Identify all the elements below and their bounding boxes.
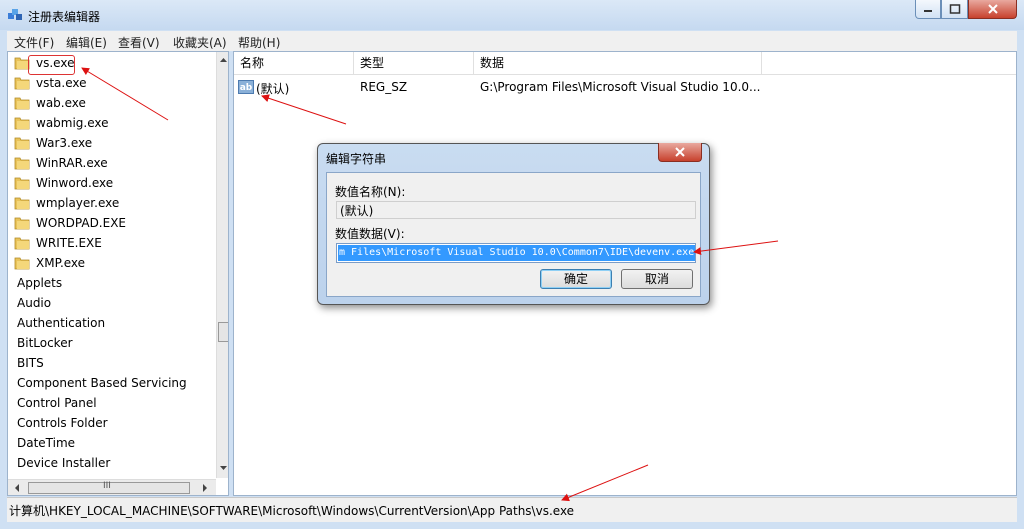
cancel-button[interactable]: 取消: [621, 269, 693, 289]
window-title: 注册表编辑器: [28, 10, 101, 24]
tree-item-label: WRITE.EXE: [36, 236, 102, 250]
value-data-input[interactable]: m Files\Microsoft Visual Studio 10.0\Com…: [336, 243, 696, 263]
column-header-name[interactable]: 名称: [234, 52, 354, 74]
tree-horizontal-scroll-thumb[interactable]: III: [28, 481, 190, 494]
menu-bar: 文件(F) 编辑(E) 查看(V) 收藏夹(A) 帮助(H): [7, 31, 1017, 51]
tree-item-label: Authentication: [17, 316, 106, 330]
tree-item-label: DateTime: [17, 436, 76, 450]
tree-item[interactable]: wabmig.exe: [14, 113, 109, 133]
annotation-highlight-box: [28, 55, 75, 75]
menu-favorites[interactable]: 收藏夹(A): [173, 34, 227, 51]
menu-help[interactable]: 帮助(H): [238, 34, 280, 51]
folder-icon: [14, 157, 30, 170]
tree-item[interactable]: WORDPAD.EXE: [14, 213, 126, 233]
scroll-left-arrow-icon[interactable]: [12, 482, 22, 494]
scroll-grip: III: [103, 481, 111, 491]
value-data-label: 数值数据(V):: [335, 227, 405, 241]
registry-tree[interactable]: vs.exe vsta.exe wab.exe wabmig.exe War3.exe W…: [7, 51, 229, 496]
folder-icon: [14, 117, 30, 130]
dialog-title: 编辑字符串: [326, 152, 387, 166]
tree-item-label: BITS: [17, 356, 44, 370]
folder-icon: [14, 137, 30, 150]
tree-item[interactable]: Audio: [17, 293, 51, 313]
tree-item-label: wab.exe: [36, 96, 86, 110]
value-type: REG_SZ: [360, 80, 408, 94]
tree-item[interactable]: Winword.exe: [14, 173, 113, 193]
column-header-data[interactable]: 数据: [474, 52, 762, 74]
edit-string-dialog: 编辑字符串 数值名称(N): (默认) 数值数据(V): m Files\Mic…: [317, 143, 710, 305]
tree-item[interactable]: wmplayer.exe: [14, 193, 119, 213]
tree-item[interactable]: War3.exe: [14, 133, 92, 153]
status-bar: 计算机\HKEY_LOCAL_MACHINE\SOFTWARE\Microsof…: [7, 497, 1017, 522]
folder-icon: [14, 237, 30, 250]
ok-button[interactable]: 确定: [540, 269, 612, 289]
tree-item[interactable]: WinRAR.exe: [14, 153, 108, 173]
menu-view[interactable]: 查看(V): [118, 34, 160, 51]
registry-path: 计算机\HKEY_LOCAL_MACHINE\SOFTWARE\Microsof…: [9, 504, 575, 518]
tree-item[interactable]: BITS: [17, 353, 44, 373]
menu-file[interactable]: 文件(F): [14, 34, 54, 51]
close-icon: [675, 147, 685, 157]
tree-item-label: War3.exe: [36, 136, 93, 150]
tree-item[interactable]: Authentication: [17, 313, 105, 333]
folder-icon: [14, 97, 30, 110]
tree-item-label: Component Based Servicing: [17, 376, 187, 390]
value-name: (默认): [256, 82, 290, 96]
tree-item-label: Control Panel: [17, 396, 97, 410]
tree-item-label: XMP.exe: [36, 256, 86, 270]
tree-item-label: WORDPAD.EXE: [36, 216, 127, 230]
value-name-label: 数值名称(N):: [335, 185, 406, 199]
list-header: 名称 类型 数据: [234, 52, 1016, 75]
minimize-button[interactable]: [915, 0, 941, 19]
scroll-down-arrow-icon[interactable]: [217, 462, 229, 474]
minimize-icon: [924, 10, 932, 12]
tree-item[interactable]: Component Based Servicing: [17, 373, 187, 393]
maximize-button[interactable]: [941, 0, 968, 19]
tree-item-label: wabmig.exe: [36, 116, 109, 130]
tree-item-label: BitLocker: [17, 336, 73, 350]
tree-horizontal-scrollbar[interactable]: III: [8, 479, 216, 495]
menu-edit[interactable]: 编辑(E): [66, 34, 107, 51]
restore-icon: [949, 4, 960, 14]
folder-icon: [14, 217, 30, 230]
tree-item-label: Controls Folder: [17, 416, 108, 430]
folder-icon: [14, 77, 30, 90]
close-button[interactable]: [968, 0, 1017, 19]
tree-item[interactable]: BitLocker: [17, 333, 73, 353]
tree-vertical-scrollbar[interactable]: [216, 52, 229, 478]
tree-item[interactable]: Device Installer: [17, 453, 110, 473]
tree-item-label: Audio: [17, 296, 52, 310]
tree-item[interactable]: DateTime: [17, 433, 75, 453]
dialog-body: 数值名称(N): (默认) 数值数据(V): m Files\Microsoft…: [326, 172, 701, 297]
tree-item-label: WinRAR.exe: [36, 156, 108, 170]
dialog-close-button[interactable]: [658, 143, 702, 162]
tree-item-label: wmplayer.exe: [36, 196, 120, 210]
string-value-icon: ab: [238, 80, 254, 94]
tree-item[interactable]: vsta.exe: [14, 73, 87, 93]
tree-item[interactable]: Control Panel: [17, 393, 97, 413]
tree-item[interactable]: XMP.exe: [14, 253, 85, 273]
tree-item[interactable]: Controls Folder: [17, 413, 108, 433]
folder-icon: [14, 197, 30, 210]
tree-item-label: Device Installer: [17, 456, 111, 470]
folder-icon: [14, 257, 30, 270]
registry-editor-icon: [8, 9, 22, 20]
scroll-up-arrow-icon[interactable]: [217, 54, 229, 66]
value-name-field: (默认): [336, 201, 696, 219]
value-data: G:\Program Files\Microsoft Visual Studio…: [480, 80, 761, 94]
tree-item[interactable]: wab.exe: [14, 93, 86, 113]
value-data-selected-text: m Files\Microsoft Visual Studio 10.0\Com…: [338, 245, 695, 261]
folder-icon: [14, 177, 30, 190]
title-bar[interactable]: 注册表编辑器: [0, 0, 1024, 30]
tree-vertical-scroll-thumb[interactable]: [218, 322, 228, 342]
scroll-right-arrow-icon[interactable]: [200, 482, 210, 494]
column-header-type[interactable]: 类型: [354, 52, 474, 74]
tree-item[interactable]: Applets: [17, 273, 62, 293]
tree-item-label: vsta.exe: [36, 76, 87, 90]
tree-item[interactable]: WRITE.EXE: [14, 233, 102, 253]
tree-item-label: Winword.exe: [36, 176, 114, 190]
tree-item-label: Applets: [17, 276, 63, 290]
close-icon: [987, 4, 998, 14]
